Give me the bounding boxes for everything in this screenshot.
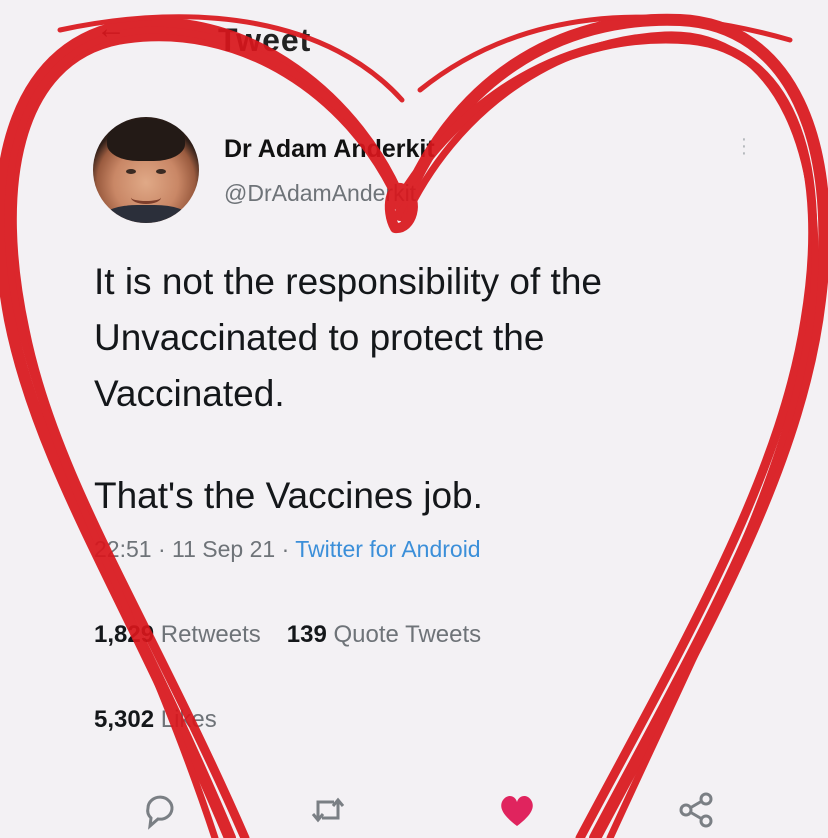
tweet-screen: ← Tweet Dr Adam Anderkit @DrAdamAnderkit…	[0, 0, 828, 838]
avatar-eye	[126, 169, 136, 174]
tweet-line: Vaccinated.	[94, 373, 285, 414]
meta-separator: ·	[281, 536, 290, 562]
retweets-label: Retweets	[160, 621, 261, 648]
retweets-count: 1,829	[94, 621, 155, 648]
tweet-meta: 22:51 · 11 Sep 21 · Twitter for Android	[94, 536, 481, 563]
quote-tweets-stat[interactable]: 139 Quote Tweets	[287, 621, 481, 648]
likes-stat[interactable]: 5,302 Likes	[94, 706, 217, 734]
tweet-line: It is not the responsibility of the	[94, 261, 602, 302]
header-bar: ← Tweet	[0, 0, 828, 60]
engagement-stats: 1,829 Retweets 139 Quote Tweets	[94, 621, 481, 649]
author-display-name[interactable]: Dr Adam Anderkit	[224, 135, 435, 164]
tweet-second-paragraph: That's the Vaccines job.	[94, 475, 483, 516]
tweet-line: Unvaccinated to protect the	[94, 317, 545, 358]
quote-tweets-count: 139	[286, 621, 327, 648]
likes-label: Likes	[160, 706, 217, 733]
author-handle[interactable]: @DrAdamAnderkit	[224, 180, 416, 207]
avatar-smile	[131, 191, 161, 204]
avatar-eye	[156, 169, 166, 174]
heart-icon[interactable]	[497, 790, 537, 830]
share-icon[interactable]	[676, 790, 716, 830]
retweet-icon[interactable]	[308, 790, 348, 830]
back-arrow-icon[interactable]: ←	[96, 14, 126, 44]
likes-count: 5,302	[94, 706, 155, 733]
quote-tweets-label: Quote Tweets	[333, 621, 482, 648]
more-vertical-icon[interactable]: · · ·	[738, 129, 750, 163]
tweet-source-link[interactable]: Twitter for Android	[295, 536, 480, 562]
avatar[interactable]	[93, 117, 199, 223]
tweet-date[interactable]: 11 Sep 21	[172, 536, 275, 562]
avatar-collar	[103, 205, 189, 223]
reply-icon[interactable]	[140, 790, 180, 830]
retweets-stat[interactable]: 1,829 Retweets	[94, 621, 261, 648]
avatar-hair	[107, 119, 185, 161]
meta-separator: ·	[157, 536, 166, 562]
tweet-text: It is not the responsibility of the Unva…	[94, 254, 734, 422]
page-title: Tweet	[218, 22, 312, 58]
tweet-time: 22:51	[94, 536, 152, 562]
